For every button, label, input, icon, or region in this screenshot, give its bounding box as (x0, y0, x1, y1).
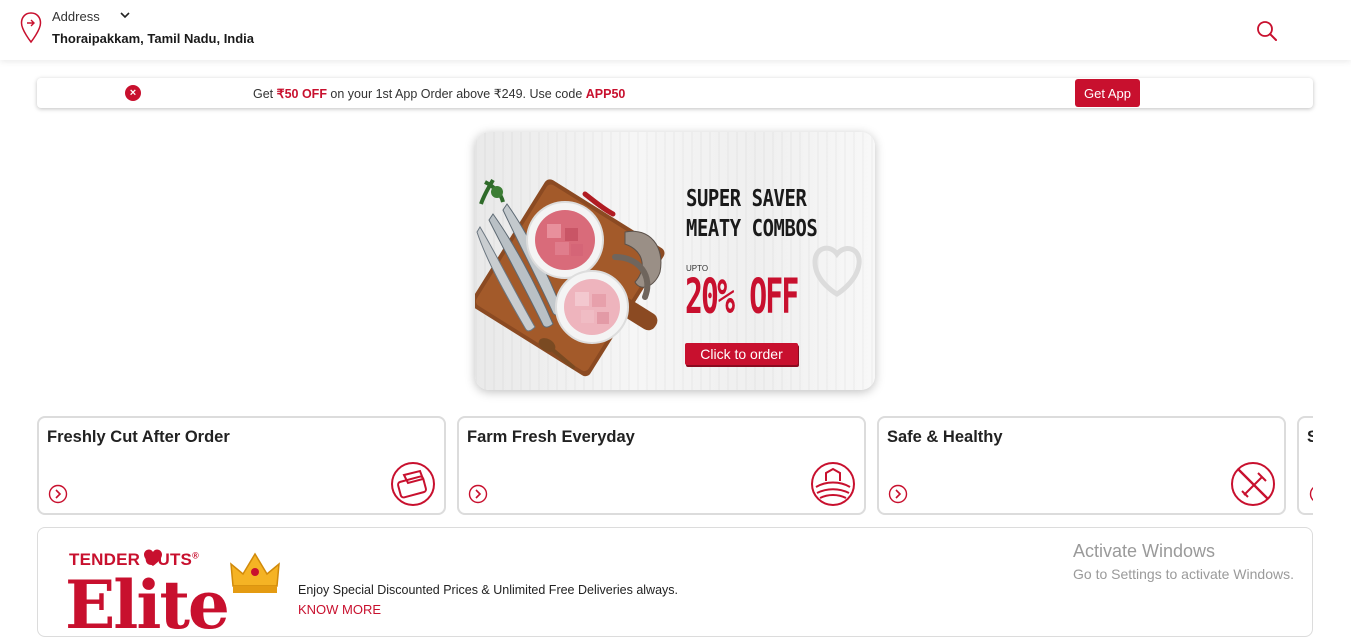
combo-banner[interactable]: SUPER SAVER MEATY COMBOS UPTO 20% OFF Cl… (475, 132, 875, 390)
feature-card-safe-healthy[interactable]: Safe & Healthy (877, 416, 1286, 515)
arrow-right-circle-icon[interactable] (468, 484, 488, 504)
address-value[interactable]: Thoraipakkam, Tamil Nadu, India (52, 31, 254, 46)
cleaver-board-icon (391, 462, 435, 506)
address-label[interactable]: Address (52, 9, 100, 24)
get-app-button[interactable]: Get App (1075, 79, 1140, 107)
promo-text-middle: on your 1st App Order above ₹249. Use co… (326, 87, 586, 101)
promo-discount: ₹50 OFF (276, 87, 327, 101)
elite-wordmark: Elite (65, 566, 230, 637)
feature-card-partial[interactable]: S (1297, 416, 1313, 515)
arrow-right-circle-icon[interactable] (1309, 484, 1313, 504)
click-to-order-button[interactable]: Click to order (685, 343, 798, 365)
promo-text: Get ₹50 OFF on your 1st App Order above … (253, 86, 625, 101)
feature-card-freshly-cut[interactable]: Freshly Cut After Order (37, 416, 446, 515)
crown-icon (230, 552, 280, 593)
feature-title: S (1307, 428, 1313, 447)
farm-icon (811, 462, 855, 506)
no-injection-icon (1231, 462, 1275, 506)
know-more-link[interactable]: KNOW MORE (298, 602, 381, 617)
banner-headline-line1: SUPER SAVER (686, 186, 807, 212)
elite-description: Enjoy Special Discounted Prices & Unlimi… (298, 583, 679, 597)
activate-windows-title: Activate Windows (1073, 541, 1216, 561)
chevron-down-icon[interactable] (118, 8, 132, 22)
promo-code: APP50 (585, 87, 626, 101)
app-promo-bar: × Get ₹50 OFF on your 1st App Order abov… (37, 78, 1313, 108)
arrow-right-circle-icon[interactable] (888, 484, 908, 504)
activate-windows-subtitle: Go to Settings to activate Windows. (1073, 566, 1294, 582)
feature-card-farm-fresh[interactable]: Farm Fresh Everyday (457, 416, 866, 515)
feature-title: Farm Fresh Everyday (467, 428, 635, 446)
search-icon[interactable] (1256, 20, 1278, 42)
location-pin-icon[interactable] (20, 12, 42, 44)
feature-title: Safe & Healthy (887, 428, 1003, 446)
registered-mark: ® (192, 550, 199, 561)
banner-headline: SUPER SAVER MEATY COMBOS (686, 184, 818, 244)
meat-board-illustration (475, 178, 862, 377)
banner-headline-line2: MEATY COMBOS (686, 216, 818, 242)
feature-title: Freshly Cut After Order (47, 428, 230, 446)
arrow-right-circle-icon[interactable] (48, 484, 68, 504)
close-icon[interactable]: × (125, 85, 141, 101)
promo-text-prefix: Get (253, 87, 277, 101)
banner-discount: 20% OFF (685, 269, 799, 325)
top-header: Address Thoraipakkam, Tamil Nadu, India (0, 0, 1351, 60)
